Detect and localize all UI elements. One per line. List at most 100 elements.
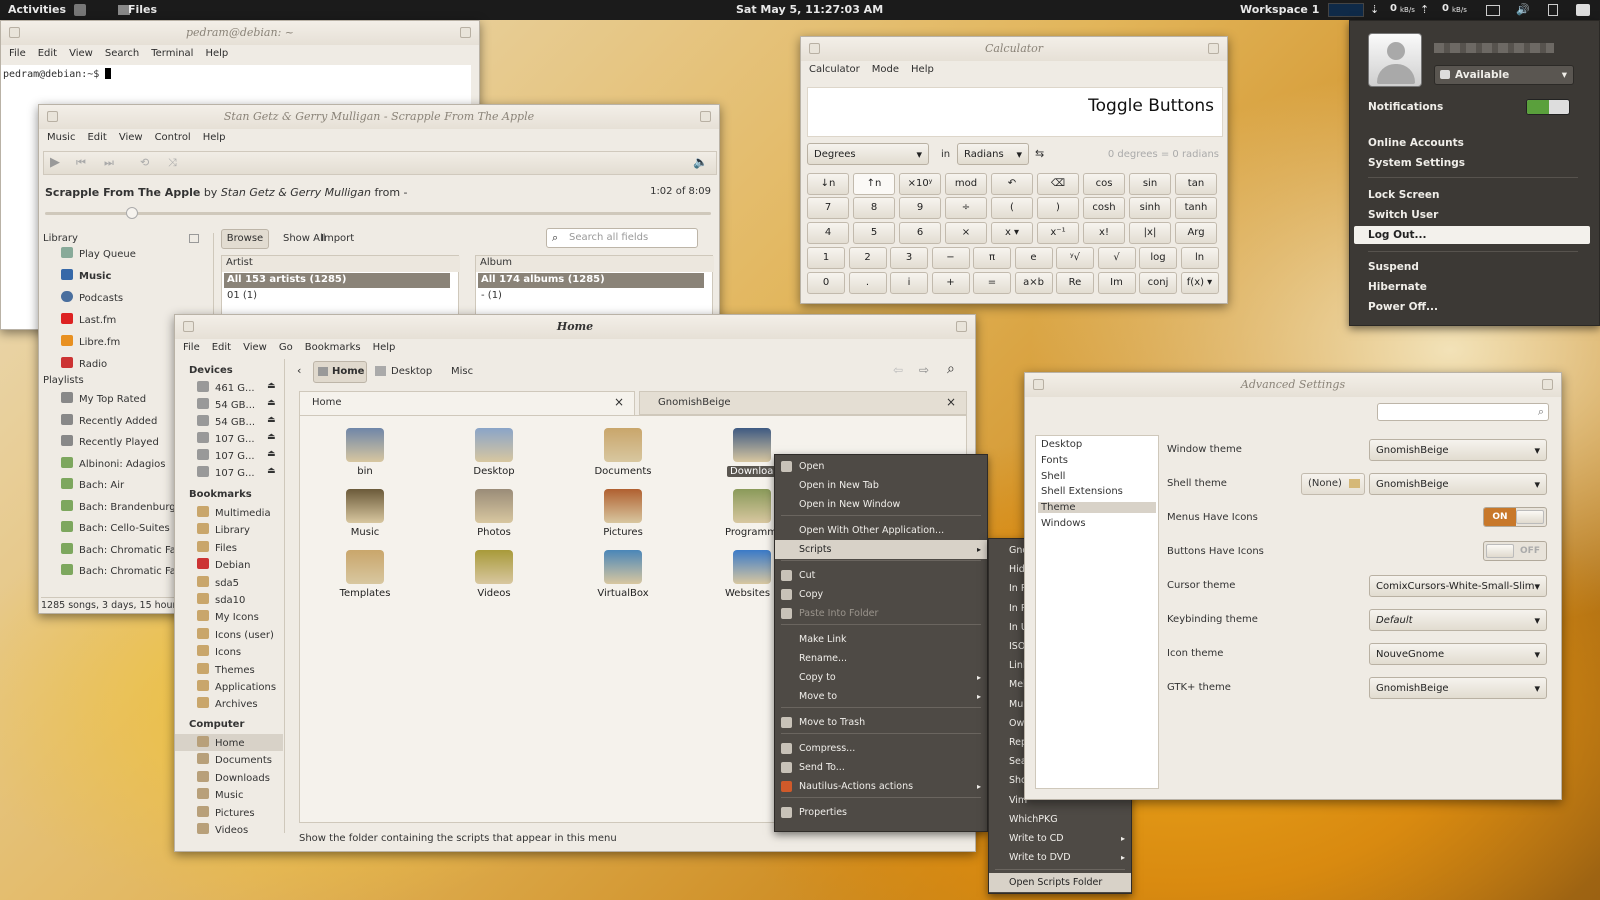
nautilus-menu-go[interactable]: Go xyxy=(279,342,293,356)
calc-key[interactable]: ×10ʸ xyxy=(899,173,941,195)
category-item[interactable]: Desktop xyxy=(1038,439,1156,450)
album-row[interactable]: - (1) xyxy=(481,290,502,301)
artist-header[interactable]: Artist xyxy=(222,256,460,272)
calc-key[interactable]: 7 xyxy=(807,197,849,219)
user-menu-item[interactable]: Hibernate xyxy=(1368,281,1427,293)
file-item[interactable]: Videos xyxy=(449,550,539,599)
calc-key[interactable]: x⁻¹ xyxy=(1037,222,1079,244)
tab-import[interactable]: Import xyxy=(321,233,354,244)
category-item[interactable]: Shell xyxy=(1038,471,1156,482)
history-forward-icon[interactable]: ⇨ xyxy=(919,363,929,377)
calc-key[interactable]: Re xyxy=(1056,272,1094,294)
eject-icon[interactable]: ⏏ xyxy=(267,449,276,459)
calc-key[interactable]: . xyxy=(848,272,887,294)
context-menu-item[interactable]: Nautilus-Actions actions ▸ xyxy=(775,777,987,796)
nautilus-menu-bookmarks[interactable]: Bookmarks xyxy=(305,342,361,356)
next-icon[interactable]: ⏭ xyxy=(104,156,114,170)
calc-key[interactable]: ↑n xyxy=(853,173,895,195)
tab-browse[interactable]: Browse xyxy=(221,229,269,249)
calc-key[interactable]: ↶ xyxy=(991,173,1033,195)
bookmark-item[interactable]: Files xyxy=(197,540,237,554)
rhythmbox-menu-music[interactable]: Music xyxy=(47,132,75,146)
close-icon[interactable]: × xyxy=(614,395,624,409)
calc-key[interactable]: 8 xyxy=(853,197,895,219)
calc-key[interactable]: + xyxy=(931,272,970,294)
user-menu-item[interactable]: Log Out... xyxy=(1354,226,1590,244)
nautilus-menu-view[interactable]: View xyxy=(243,342,267,356)
calculator-titlebar[interactable]: Calculator xyxy=(801,37,1227,61)
advanced-settings-menu-button[interactable] xyxy=(1033,379,1044,390)
calculator-menu-calculator[interactable]: Calculator xyxy=(809,64,860,78)
terminal-menu-search[interactable]: Search xyxy=(105,48,139,62)
category-item[interactable]: Fonts xyxy=(1038,455,1156,466)
file-item[interactable]: Pictures xyxy=(578,489,668,538)
context-menu-item[interactable]: Paste Into Folder xyxy=(775,604,987,623)
device-item[interactable]: 54 GB... ⏏ xyxy=(197,415,283,428)
context-menu-item[interactable]: Make Link xyxy=(775,630,987,649)
tab-show-all[interactable]: Show All xyxy=(283,233,326,244)
rhythmbox-titlebar[interactable]: Stan Getz & Gerry Mulligan - Scrapple Fr… xyxy=(39,105,719,129)
calc-key[interactable]: tan xyxy=(1175,173,1217,195)
calc-key[interactable]: 4 xyxy=(807,222,849,244)
calc-key[interactable]: ln xyxy=(1180,247,1219,269)
calc-key[interactable]: ↓n xyxy=(807,173,849,195)
calc-key[interactable]: ( xyxy=(991,197,1033,219)
file-item[interactable]: Music xyxy=(320,489,410,538)
user-icon[interactable] xyxy=(1576,4,1590,16)
setting-select[interactable]: GnomishBeige xyxy=(1369,473,1547,495)
search-icon[interactable]: ⌕ xyxy=(947,361,955,377)
rhythmbox-menu-button[interactable] xyxy=(47,111,58,122)
tab-home[interactable]: Home × xyxy=(299,391,635,415)
calc-key[interactable]: a×b xyxy=(1014,272,1053,294)
computer-item[interactable]: Home xyxy=(197,736,245,749)
context-menu-item[interactable]: Open in New Tab xyxy=(775,476,987,495)
calc-key[interactable]: 1 xyxy=(807,247,845,269)
sidebar-item-radio[interactable]: Radio xyxy=(61,357,107,370)
album-row-all[interactable]: All 174 albums (1285) xyxy=(478,273,704,288)
angle-from-select[interactable]: Degrees xyxy=(807,143,929,166)
file-item[interactable]: Templates xyxy=(320,550,410,599)
bookmark-item[interactable]: Themes xyxy=(197,662,255,676)
seek-handle[interactable] xyxy=(125,207,138,219)
scripts-menu-item[interactable]: Write to DVD ▸ xyxy=(989,848,1131,867)
sidebar-item-music[interactable]: Music xyxy=(61,269,111,282)
setting-select[interactable]: Default xyxy=(1369,609,1547,631)
setting-toggle[interactable]: ON xyxy=(1483,507,1547,527)
keyboard-icon[interactable] xyxy=(1486,5,1500,16)
rhythmbox-menu-edit[interactable]: Edit xyxy=(87,132,106,146)
calc-key[interactable]: = xyxy=(973,272,1011,294)
calc-key[interactable]: cos xyxy=(1083,173,1125,195)
terminal-menu-terminal[interactable]: Terminal xyxy=(151,48,193,62)
sidebar-item-play-queue[interactable]: Play Queue xyxy=(61,247,136,260)
computer-item[interactable]: Downloads xyxy=(197,770,270,784)
file-item[interactable]: bin xyxy=(320,428,410,477)
bookmark-item[interactable]: Debian xyxy=(197,558,250,571)
nautilus-menu-button[interactable] xyxy=(183,321,194,332)
network-icon[interactable] xyxy=(1548,4,1558,16)
bookmark-item[interactable]: Applications xyxy=(197,680,276,693)
calc-key[interactable]: x ▾ xyxy=(991,222,1033,244)
context-menu-item[interactable]: Copy to ▸ xyxy=(775,668,987,687)
terminal-menu-file[interactable]: File xyxy=(9,48,26,62)
volume-icon[interactable]: 🔊 xyxy=(1516,3,1530,16)
angle-to-select[interactable]: Radians xyxy=(957,143,1029,166)
app-menu-label[interactable]: Files xyxy=(128,3,157,16)
calc-key[interactable]: ) xyxy=(1037,197,1079,219)
bookmark-item[interactable]: Multimedia xyxy=(197,506,271,519)
user-menu-item[interactable]: Switch User xyxy=(1368,209,1438,221)
sidebar-item-lastfm[interactable]: Last.fm xyxy=(61,313,116,326)
scripts-menu-item[interactable]: WhichPKG xyxy=(989,810,1131,829)
workspace-indicator[interactable]: Workspace 1 xyxy=(1240,3,1319,16)
album-header[interactable]: Album xyxy=(476,256,714,272)
terminal-titlebar[interactable]: pedram@debian: ~ xyxy=(1,21,479,45)
context-menu-item[interactable]: Scripts ▸ xyxy=(775,540,987,559)
calc-key[interactable]: tanh xyxy=(1175,197,1217,219)
device-item[interactable]: 107 G... ⏏ xyxy=(197,432,283,445)
setting-select[interactable]: ComixCursors-White-Small-Slim xyxy=(1369,575,1547,597)
calc-key[interactable]: e xyxy=(1014,247,1053,269)
context-menu-item[interactable]: Cut xyxy=(775,566,987,585)
computer-item[interactable]: Pictures xyxy=(197,805,255,819)
nautilus-close-button[interactable] xyxy=(956,321,967,332)
context-menu-item[interactable]: Open xyxy=(775,457,987,476)
category-item[interactable]: Theme xyxy=(1038,502,1156,514)
